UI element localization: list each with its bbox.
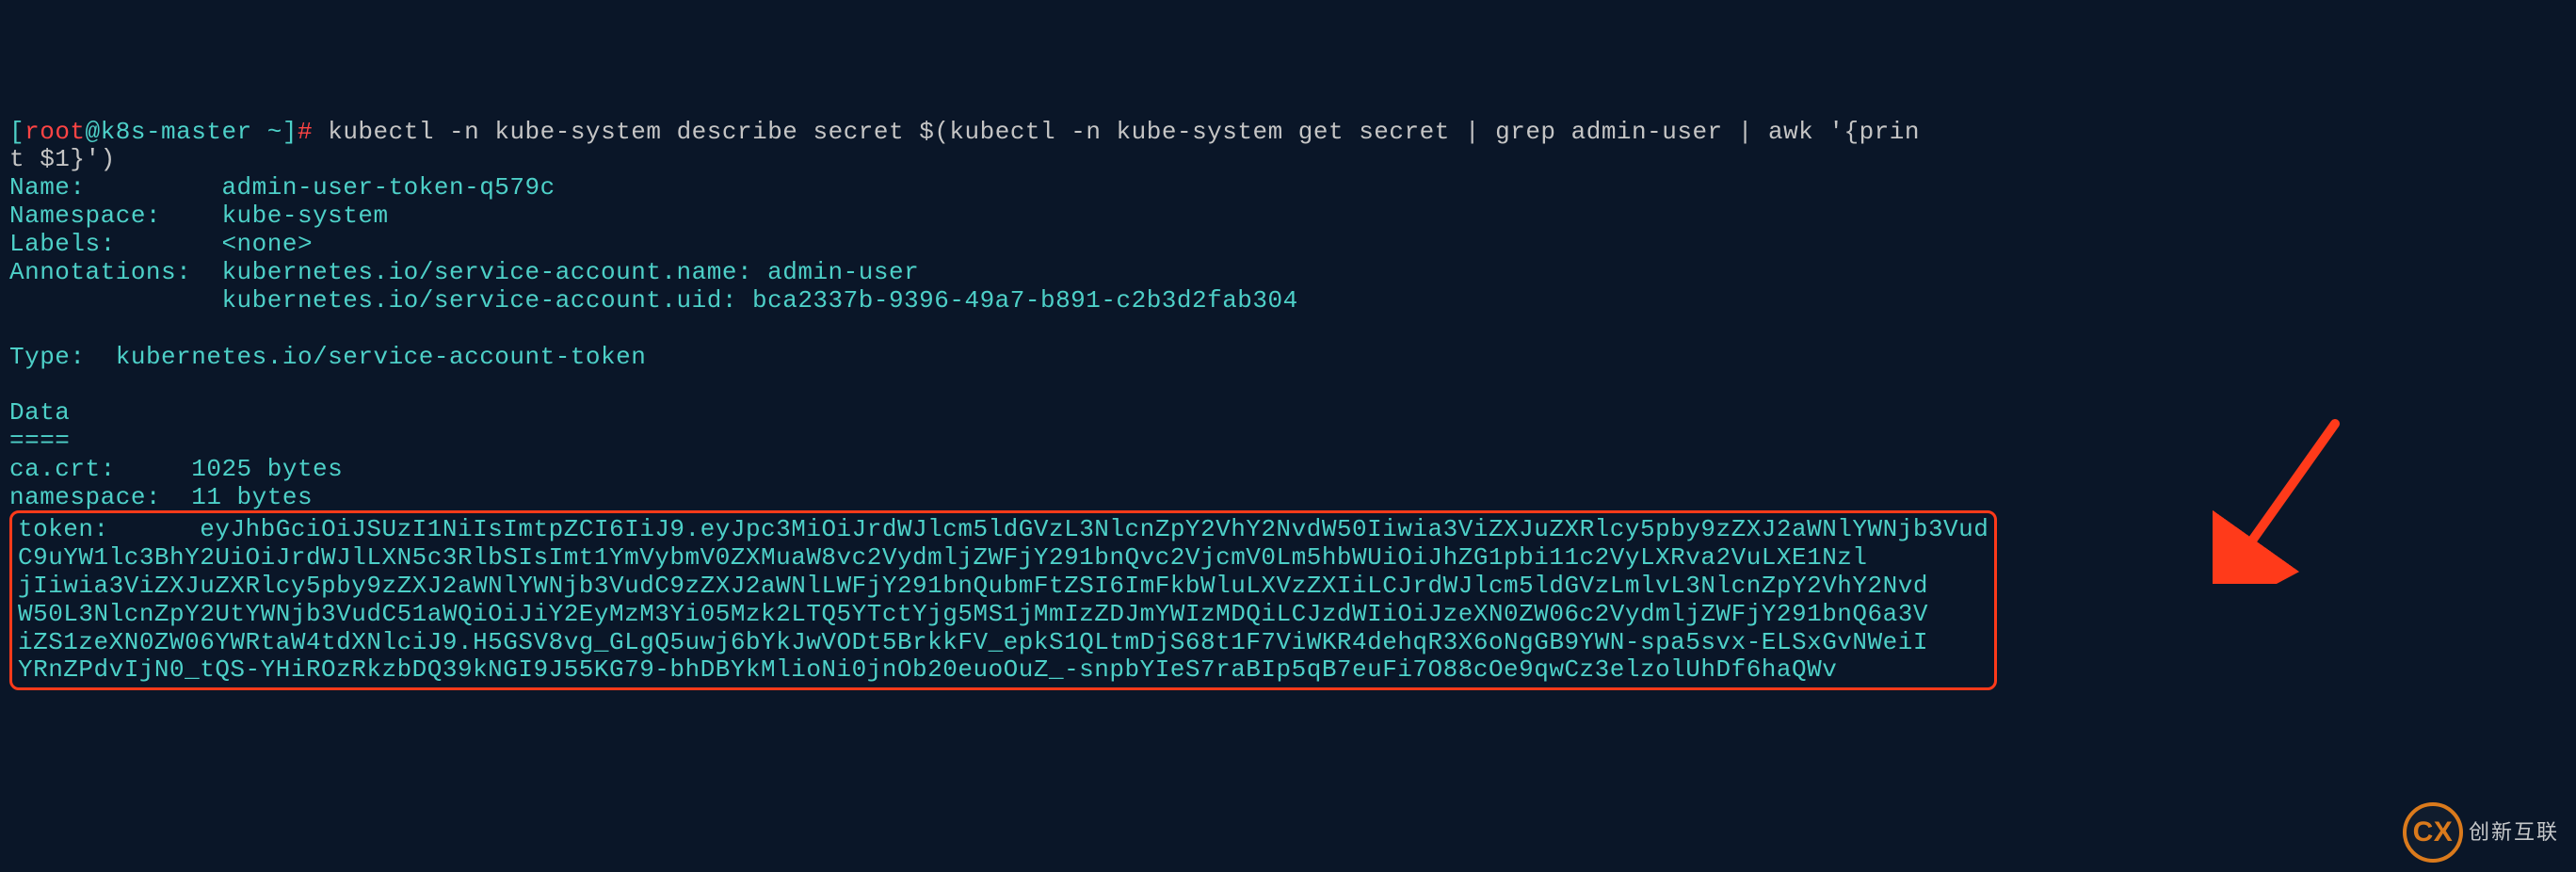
watermark: CX 创新互联 [2403, 802, 2559, 863]
prompt-bracket-open: [ [9, 118, 24, 146]
token-value: eyJhbGciOiJSUzI1NiIsImtpZCI6IiJ9.eyJpc3M… [200, 515, 1988, 543]
annotations-value-2: kubernetes.io/service-account.uid: bca23… [221, 286, 1297, 315]
type-value: kubernetes.io/service-account-token [116, 343, 647, 371]
command-text: kubectl -n kube-system describe secret $… [328, 118, 1920, 146]
name-label: Name: [9, 173, 86, 202]
prompt-at: @ [86, 118, 101, 146]
namespace-label: Namespace: [9, 202, 161, 230]
cacrt-label: ca.crt: [9, 455, 116, 483]
watermark-text: 创新互联 [2469, 820, 2559, 844]
namespace-size-label: namespace: [9, 483, 161, 511]
annotations-label: Annotations: [9, 258, 191, 286]
terminal-output[interactable]: [root@k8s-master ~]# kubectl -n kube-sys… [9, 119, 2567, 691]
command-text-cont: t $1}') [9, 145, 116, 173]
prompt-user: root [24, 118, 85, 146]
token-value: jIiwia3ViZXJuZXRlcy5pby9zZXJ2aWNlYWNjb3V… [18, 572, 1928, 600]
watermark-badge-icon: CX [2403, 802, 2463, 863]
namespace-value: kube-system [221, 202, 388, 230]
token-value: C9uYW1lc3BhY2UiOiJrdWJlLXN5c3RlbSIsImt1Y… [18, 543, 1868, 572]
prompt-bracket-close: ] [282, 118, 298, 146]
name-value: admin-user-token-q579c [221, 173, 555, 202]
token-highlight-box: token: eyJhbGciOiJSUzI1NiIsImtpZCI6IiJ9.… [9, 510, 1997, 690]
data-label: Data [9, 398, 70, 427]
prompt-cwd: ~ [267, 118, 282, 146]
token-value: iZS1zeXN0ZW06YWRtaW4tdXNlciJ9.H5GSV8vg_G… [18, 628, 1928, 656]
prompt-host: k8s-master [101, 118, 252, 146]
prompt-symbol: # [298, 118, 313, 146]
labels-label: Labels: [9, 230, 116, 258]
annotations-value-1: kubernetes.io/service-account.name: admi… [221, 258, 919, 286]
labels-value: <none> [221, 230, 313, 258]
data-separator: ==== [9, 427, 70, 455]
namespace-size-value: 11 bytes [191, 483, 313, 511]
token-label: token: [18, 515, 109, 543]
cacrt-value: 1025 bytes [191, 455, 343, 483]
type-label: Type: [9, 343, 86, 371]
token-value: W50L3NlcnZpY2UtYWNjb3VudC51aWQiOiJiY2EyM… [18, 600, 1928, 628]
token-value: YRnZPdvIjN0_tQS-YHiROzRkzbDQ39kNGI9J55KG… [18, 655, 1837, 684]
